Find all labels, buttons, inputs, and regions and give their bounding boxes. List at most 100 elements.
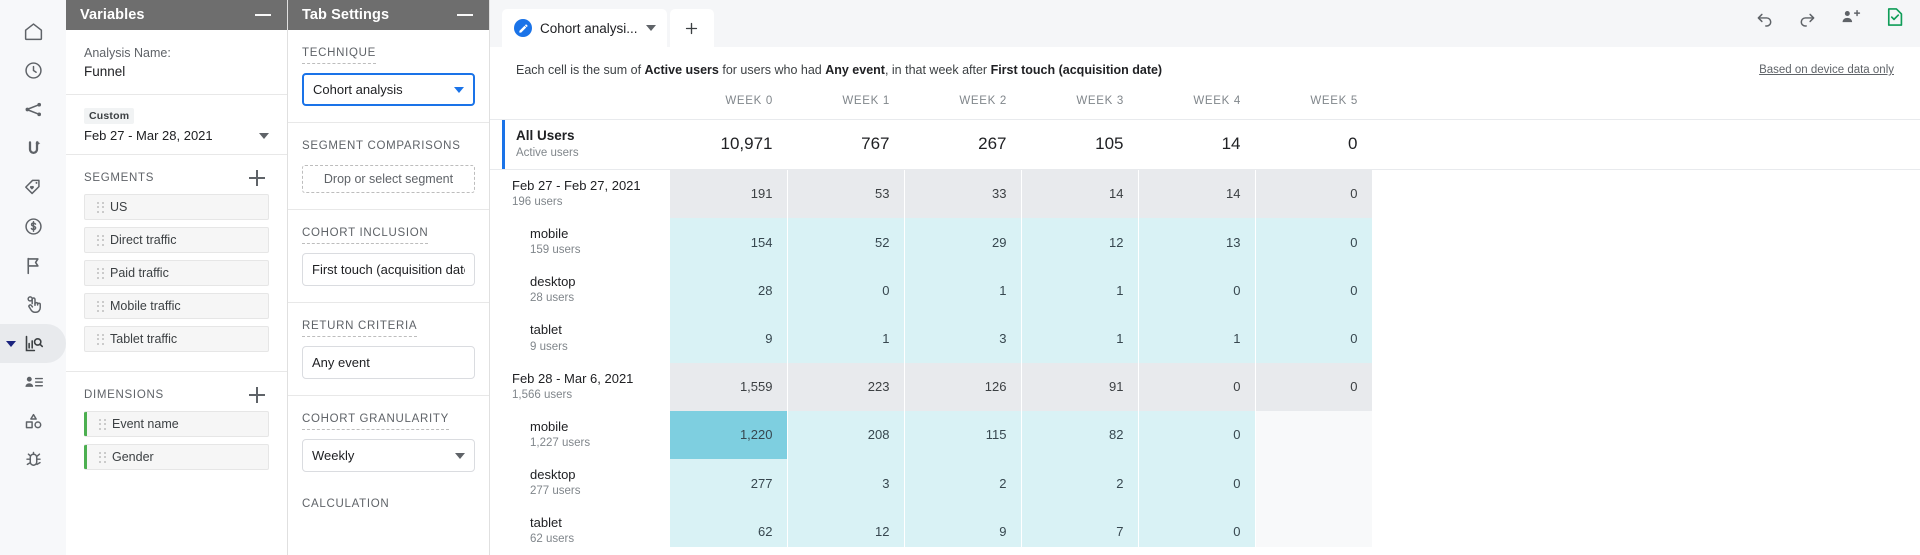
minimize-variables-icon[interactable] xyxy=(255,14,271,16)
add-dimension-button[interactable] xyxy=(249,387,265,404)
share-button[interactable] xyxy=(1840,6,1862,28)
minimize-tab-settings-icon[interactable] xyxy=(457,14,473,16)
segment-chip[interactable]: Direct traffic xyxy=(84,227,269,254)
table-cell[interactable]: 14 xyxy=(1021,169,1139,218)
cohort-table-wrapper[interactable]: WEEK 0 WEEK 1 WEEK 2 WEEK 3 WEEK 4 WEEK 5 All… xyxy=(490,89,1920,547)
table-cell[interactable]: 14 xyxy=(1138,119,1256,170)
table-cell[interactable]: 53 xyxy=(787,169,905,218)
device-data-note[interactable]: Based on device data only xyxy=(1759,64,1894,76)
drag-handle-icon[interactable] xyxy=(95,201,106,214)
drag-handle-icon[interactable] xyxy=(95,300,106,313)
table-cell[interactable]: 12 xyxy=(1021,218,1139,267)
chevron-down-icon[interactable] xyxy=(259,132,269,139)
table-cell[interactable]: 1 xyxy=(1021,266,1139,315)
table-cell[interactable]: 767 xyxy=(787,119,905,170)
table-cell[interactable]: 0 xyxy=(1255,169,1373,218)
date-range-row[interactable]: Feb 27 - Mar 28, 2021 xyxy=(84,128,269,143)
tab-cohort-analysis[interactable]: Cohort analysi... xyxy=(502,9,667,47)
table-cell[interactable]: 1 xyxy=(1138,314,1256,363)
table-cell[interactable]: 2 xyxy=(1021,458,1139,508)
table-cell[interactable]: 91 xyxy=(1021,362,1139,411)
chevron-down-icon[interactable] xyxy=(454,86,464,93)
sidebar-item-engagement[interactable] xyxy=(5,168,61,207)
sidebar-item-events[interactable] xyxy=(5,285,61,324)
dimension-chip[interactable]: Event name xyxy=(84,411,269,438)
table-cell[interactable]: 28 xyxy=(670,266,788,315)
sidebar-item-analysis[interactable] xyxy=(0,324,66,363)
table-cell[interactable] xyxy=(1255,507,1373,547)
analysis-name-value[interactable]: Funnel xyxy=(84,62,269,82)
undo-button[interactable] xyxy=(1754,7,1775,28)
table-row[interactable]: Feb 27 - Feb 27, 2021 196 users 191 53 33 14 1… xyxy=(490,169,1920,218)
table-cell[interactable]: 3 xyxy=(787,458,905,508)
table-cell[interactable] xyxy=(1255,410,1373,459)
table-cell[interactable]: 154 xyxy=(670,218,788,267)
table-cell[interactable]: 14 xyxy=(1138,169,1256,218)
table-cell[interactable]: 1 xyxy=(904,266,1022,315)
table-cell[interactable]: 0 xyxy=(1138,507,1256,547)
table-cell[interactable]: 2 xyxy=(904,458,1022,508)
table-cell[interactable]: 126 xyxy=(904,362,1022,411)
drag-handle-icon[interactable] xyxy=(97,418,108,431)
table-cell[interactable]: 33 xyxy=(904,169,1022,218)
table-row[interactable]: Feb 28 - Mar 6, 2021 1,566 users 1,559 223 1… xyxy=(490,362,1920,411)
table-cell[interactable]: 13 xyxy=(1138,218,1256,267)
chevron-down-icon[interactable] xyxy=(455,452,465,459)
table-cell[interactable]: 191 xyxy=(670,169,788,218)
sidebar-item-monetisation[interactable] xyxy=(5,207,61,246)
table-row[interactable]: tablet 9 users 9 1 3 1 1 0 xyxy=(490,314,1920,363)
segment-dropzone[interactable]: Drop or select segment xyxy=(302,165,475,193)
table-cell[interactable]: 267 xyxy=(904,119,1022,170)
sidebar-item-retention[interactable] xyxy=(5,246,61,285)
table-cell[interactable]: 82 xyxy=(1021,410,1139,459)
table-cell[interactable]: 10,971 xyxy=(670,119,788,170)
table-cell[interactable]: 9 xyxy=(904,507,1022,547)
export-button[interactable] xyxy=(1884,6,1906,28)
cohort-inclusion-select[interactable]: First touch (acquisition date) xyxy=(302,253,475,286)
table-cell[interactable] xyxy=(1255,458,1373,508)
sidebar-item-lifecycle[interactable] xyxy=(5,90,61,129)
dimension-chip[interactable]: Gender xyxy=(84,444,269,471)
table-row[interactable]: mobile 1,227 users 1,220 208 115 82 0 xyxy=(490,410,1920,459)
table-cell[interactable]: 277 xyxy=(670,458,788,508)
table-cell[interactable]: 0 xyxy=(1138,458,1256,508)
table-cell[interactable]: 0 xyxy=(1138,362,1256,411)
table-cell[interactable]: 7 xyxy=(1021,507,1139,547)
table-cell[interactable]: 1 xyxy=(787,314,905,363)
add-tab-button[interactable] xyxy=(669,9,714,47)
sidebar-item-audiences[interactable] xyxy=(5,363,61,402)
cohort-granularity-select[interactable]: Weekly xyxy=(302,439,475,472)
table-row[interactable]: desktop 28 users 28 0 1 1 0 0 xyxy=(490,266,1920,315)
redo-button[interactable] xyxy=(1797,7,1818,28)
table-cell[interactable]: 0 xyxy=(787,266,905,315)
segment-chip[interactable]: Paid traffic xyxy=(84,260,269,287)
segment-chip[interactable]: Tablet traffic xyxy=(84,326,269,353)
table-cell[interactable]: 1 xyxy=(1021,314,1139,363)
table-cell[interactable]: 29 xyxy=(904,218,1022,267)
date-range-section[interactable]: Custom Feb 27 - Mar 28, 2021 xyxy=(66,95,287,156)
sidebar-item-library[interactable] xyxy=(5,402,61,441)
table-cell[interactable]: 12 xyxy=(787,507,905,547)
return-criteria-select[interactable]: Any event xyxy=(302,346,475,379)
table-cell[interactable]: 0 xyxy=(1255,314,1373,363)
table-cell[interactable]: 0 xyxy=(1255,266,1373,315)
sidebar-item-realtime[interactable] xyxy=(5,51,61,90)
drag-handle-icon[interactable] xyxy=(95,333,106,346)
table-cell[interactable]: 0 xyxy=(1255,119,1373,170)
table-cell[interactable]: 0 xyxy=(1255,362,1373,411)
table-row[interactable]: desktop 277 users 277 3 2 2 0 xyxy=(490,458,1920,508)
segment-chip[interactable]: US xyxy=(84,194,269,221)
table-cell[interactable]: 0 xyxy=(1138,410,1256,459)
drag-handle-icon[interactable] xyxy=(95,234,106,247)
table-cell[interactable]: 208 xyxy=(787,410,905,459)
chevron-down-icon[interactable] xyxy=(645,25,656,31)
table-cell[interactable]: 0 xyxy=(1138,266,1256,315)
table-cell[interactable]: 52 xyxy=(787,218,905,267)
drag-handle-icon[interactable] xyxy=(95,267,106,280)
segment-chip[interactable]: Mobile traffic xyxy=(84,293,269,320)
drag-handle-icon[interactable] xyxy=(97,451,108,464)
table-cell[interactable]: 115 xyxy=(904,410,1022,459)
table-row[interactable]: tablet 62 users 62 12 9 7 0 xyxy=(490,507,1920,547)
table-cell[interactable]: 223 xyxy=(787,362,905,411)
table-cell[interactable]: 0 xyxy=(1255,218,1373,267)
